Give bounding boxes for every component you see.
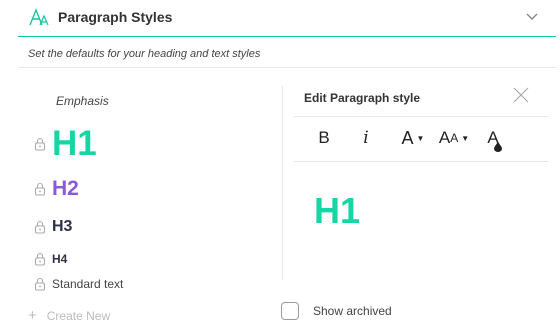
color-drop-icon	[494, 142, 502, 152]
plus-icon: +	[28, 307, 37, 324]
bold-button[interactable]: B	[314, 126, 334, 150]
chevron-down-icon[interactable]	[524, 8, 540, 24]
style-item-label: H1	[52, 124, 97, 163]
style-item-standard-text[interactable]: Standard text	[34, 277, 123, 291]
paragraph-styles-icon	[29, 8, 49, 26]
font-size-icon: A	[401, 127, 414, 148]
lock-icon	[34, 252, 46, 266]
caret-down-icon: ▼	[461, 133, 470, 143]
lock-icon	[34, 182, 46, 196]
show-archived-toggle[interactable]: Show archived	[281, 302, 392, 320]
create-new-label: Create New	[46, 308, 111, 323]
edit-paragraph-style-panel: Edit Paragraph style B i A ▼ A A ▼ A H1	[294, 80, 550, 280]
lock-icon	[34, 277, 46, 291]
style-item-label: Standard text	[52, 277, 124, 291]
style-item-label: H3	[52, 218, 73, 235]
column-divider	[282, 86, 283, 280]
text-color-button[interactable]: A	[484, 126, 502, 152]
create-new-button[interactable]: + Create New	[28, 307, 110, 324]
panel-title: Paragraph Styles	[58, 9, 173, 25]
bold-icon: B	[318, 128, 330, 147]
panel-subtitle: Set the defaults for your heading and te…	[28, 48, 261, 60]
style-item-label: Emphasis	[56, 94, 109, 108]
style-item-h1[interactable]: H1	[34, 124, 97, 164]
editor-title: Edit Paragraph style	[304, 91, 421, 105]
text-case-icon-large: A	[438, 128, 451, 147]
text-case-icon-small: A	[450, 131, 459, 145]
lock-icon	[34, 137, 46, 151]
caret-down-icon: ▼	[416, 133, 425, 143]
style-item-label: H4	[52, 252, 68, 266]
header-divider	[18, 36, 556, 37]
font-size-dropdown[interactable]: A ▼	[398, 126, 428, 150]
italic-icon: i	[363, 128, 369, 148]
style-item-h2[interactable]: H2	[34, 177, 79, 201]
style-item-h4[interactable]: H4	[34, 252, 67, 266]
italic-button[interactable]: i	[358, 126, 374, 150]
style-preview: H1	[314, 190, 361, 231]
style-item-h3[interactable]: H3	[34, 218, 72, 236]
lock-icon	[34, 220, 46, 234]
panel-header[interactable]: Paragraph Styles	[0, 0, 560, 36]
show-archived-label: Show archived	[313, 304, 392, 318]
style-item-emphasis[interactable]: Emphasis	[56, 94, 109, 108]
show-archived-checkbox[interactable]	[281, 302, 299, 320]
text-case-dropdown[interactable]: A A ▼	[437, 126, 471, 150]
close-icon[interactable]	[512, 86, 530, 104]
style-item-label: H2	[52, 177, 79, 200]
panel-footer: + Create New Show archived	[0, 296, 560, 330]
text-format-toolbar: B i A ▼ A A ▼ A	[294, 116, 548, 162]
paragraph-style-list: Emphasis H1 H2 H3 H4 Standard text	[0, 68, 282, 291]
